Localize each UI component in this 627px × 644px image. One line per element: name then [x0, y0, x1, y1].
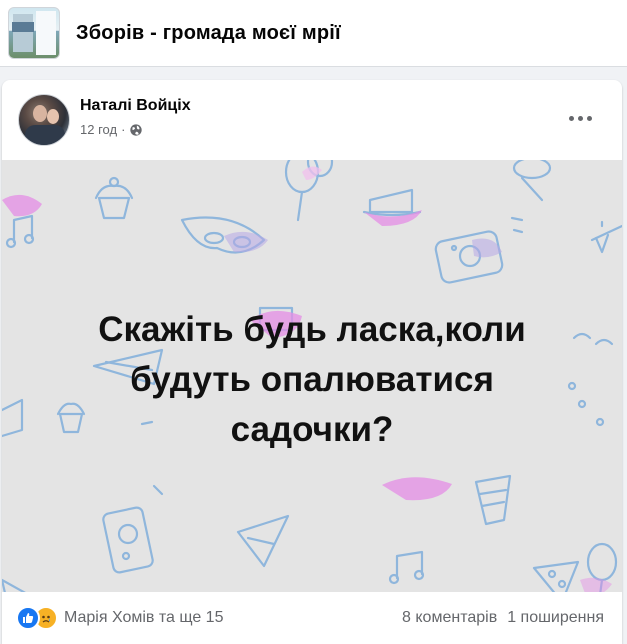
author-name[interactable]: Наталі Войціх [80, 97, 191, 115]
post-time[interactable]: 12 год [80, 122, 117, 137]
post-text-background: Скажіть будь ласка,коли будуть опалювати… [2, 160, 622, 592]
reaction-icons[interactable] [16, 606, 58, 630]
group-title[interactable]: Зборів - громада моєї мрії [76, 22, 341, 45]
post-text-line-1: Скажіть будь ласка,коли [98, 310, 526, 349]
thumbs-up-icon [23, 613, 34, 623]
post-card: Наталі Войціх 12 год · Скажіть будь ласк… [2, 80, 622, 644]
like-icon[interactable] [16, 606, 40, 630]
post-meta: 12 год · [80, 122, 143, 137]
globe-icon [130, 123, 143, 136]
more-options-button[interactable] [562, 106, 598, 130]
post-engagement-bar: Марія Хомів та ще 15 8 коментарів 1 поши… [2, 592, 622, 644]
reactors-summary[interactable]: Марія Хомів та ще 15 [64, 609, 223, 627]
group-cover-thumbnail[interactable] [8, 7, 60, 59]
author-avatar[interactable] [18, 94, 70, 146]
post-text-line-2: будуть опалюватися [130, 360, 494, 399]
comments-count[interactable]: 8 коментарів [402, 609, 497, 627]
post-text-line-3: садочки? [230, 410, 394, 449]
post-header: Наталі Войціх 12 год · [2, 80, 622, 160]
engagement-counts: 8 коментарів 1 поширення [402, 609, 604, 627]
sad-face-icon [42, 615, 50, 623]
shares-count[interactable]: 1 поширення [507, 609, 604, 627]
more-options-icon [568, 115, 574, 121]
group-header: Зборів - громада моєї мрії [0, 0, 627, 67]
post-text: Скажіть будь ласка,коли будуть опалювати… [42, 305, 582, 455]
meta-separator: · [121, 122, 126, 137]
